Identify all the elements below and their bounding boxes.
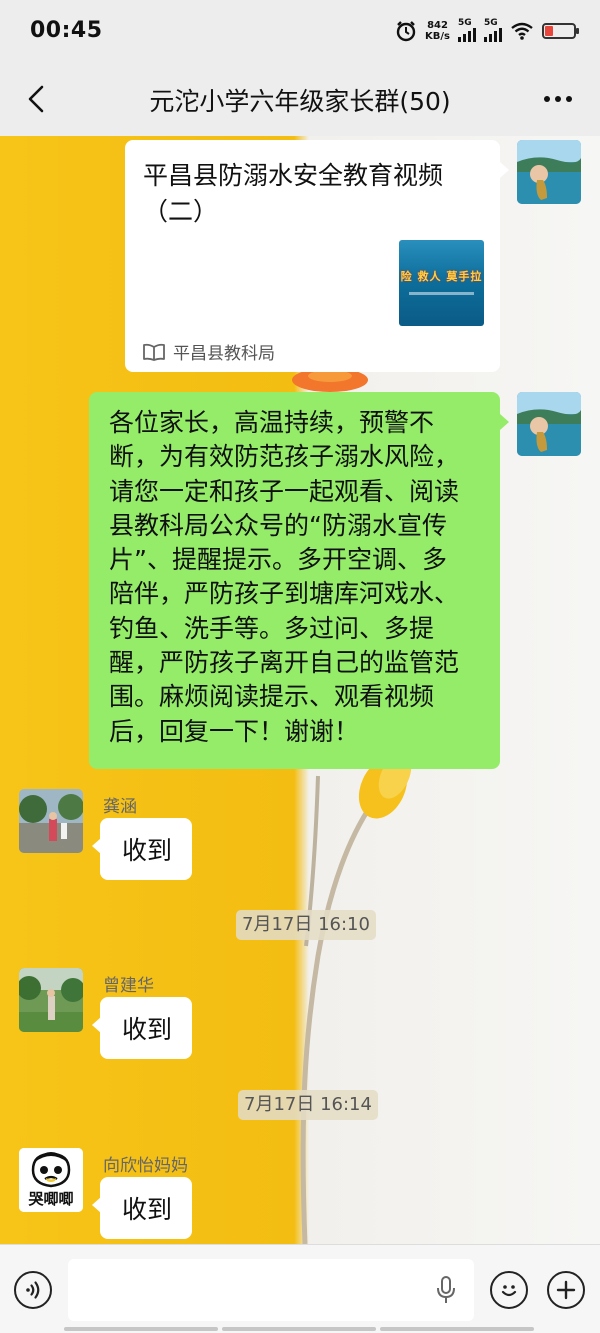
message-bubble[interactable]: 收到: [92, 1177, 192, 1239]
my-message-bubble[interactable]: 各位家长，高温持续，预警不 断，为有效防范孩子溺水风险， 请您一定和孩子一起观看…: [89, 392, 509, 769]
alarm-icon: [396, 21, 416, 42]
link-title: 平昌县防溺水安全教育视频（二）: [143, 161, 444, 226]
battery-low-icon: [542, 23, 579, 39]
sender-avatar[interactable]: [19, 789, 83, 853]
more-dots-icon: [544, 96, 550, 102]
net-speed-value: 842: [427, 20, 448, 31]
message-line: 围。麻烦阅读提示、观看视频: [109, 682, 435, 712]
voice-icon: [26, 1281, 40, 1299]
chat-title: 元沱小学六年级家长群(50): [149, 87, 451, 116]
message-line: 请您一定和孩子一起观看、阅读: [109, 476, 460, 506]
emoji-button[interactable]: [490, 1271, 528, 1309]
message-line: 陪伴，严防孩子到塘库河戏水、: [109, 579, 460, 609]
back-button[interactable]: [18, 80, 54, 118]
message-line: 钓鱼、洗手等。多过问、多提: [109, 613, 435, 643]
message-line: 各位家长，高温持续，预警不: [109, 408, 435, 437]
thumbnail-text: 险 救人 莫手拉: [400, 270, 483, 283]
sender-name: 龚涵: [103, 797, 137, 817]
link-source-name: 平昌县教科局: [173, 344, 275, 364]
timestamp: 7月17日 16:10: [236, 910, 376, 940]
status-bar: 00:45 842 KB/s 5G 5G: [0, 0, 600, 62]
net-speed: 842 KB/s: [425, 20, 450, 42]
net-speed-unit: KB/s: [425, 31, 450, 42]
message-text: 收到: [122, 836, 173, 865]
my-avatar[interactable]: [517, 140, 581, 204]
voice-button[interactable]: [14, 1271, 52, 1309]
message-line: 片”、提醒提示。多开空调、多: [109, 545, 447, 575]
avatar-sticker-text: 哭唧唧: [28, 1190, 74, 1208]
chevron-left-icon: [28, 85, 44, 113]
message-text: 收到: [122, 1195, 173, 1224]
home-indicator: [64, 1327, 534, 1331]
signal-label: 5G: [458, 18, 472, 28]
add-button[interactable]: [547, 1271, 585, 1309]
book-icon: [143, 343, 165, 361]
plus-icon: [556, 1280, 576, 1300]
wifi-icon: [511, 22, 533, 40]
message-bubble[interactable]: 收到: [92, 818, 192, 880]
message-bubble[interactable]: 收到: [92, 997, 192, 1059]
status-time: 00:45: [30, 18, 103, 43]
my-avatar[interactable]: [517, 392, 581, 456]
mic-icon[interactable]: [436, 1275, 456, 1305]
sender-avatar[interactable]: 哭唧唧: [19, 1148, 83, 1212]
sender-avatar[interactable]: [19, 968, 83, 1032]
link-source: 平昌县教科局: [143, 339, 275, 364]
more-button[interactable]: [538, 82, 578, 116]
message-line: 后，回复一下！谢谢！: [109, 716, 360, 746]
title-bar: 元沱小学六年级家长群(50): [0, 62, 600, 136]
chat-area[interactable]: 平昌县防溺水安全教育视频（二） 险 救人 莫手拉 平昌县教科局 各位家长，高温持…: [0, 136, 600, 1244]
signal-icon: 5G: [458, 18, 476, 42]
input-bar: [0, 1244, 600, 1333]
sender-name: 向欣怡妈妈: [103, 1156, 188, 1176]
timestamp: 7月17日 16:14: [238, 1090, 378, 1120]
message-line: 醒，严防孩子离开自己的监管范: [109, 648, 460, 678]
message-text: 各位家长，高温持续，预警不 断，为有效防范孩子溺水风险， 请您一定和孩子一起观看…: [109, 406, 490, 749]
message-line: 县教科局公众号的“防溺水宣传: [109, 510, 447, 540]
sender-name: 曾建华: [103, 976, 154, 996]
signal-icon: 5G: [484, 18, 502, 42]
signal-label: 5G: [484, 18, 498, 28]
link-card[interactable]: 平昌县防溺水安全教育视频（二） 险 救人 莫手拉 平昌县教科局: [125, 140, 509, 372]
emoji-icon: [501, 1285, 517, 1297]
status-icons: 842 KB/s 5G 5G: [395, 16, 579, 46]
message-input[interactable]: [68, 1259, 474, 1321]
message-text: 收到: [122, 1015, 173, 1044]
message-line: 断，为有效防范孩子溺水风险，: [109, 442, 460, 472]
link-thumbnail: 险 救人 莫手拉: [399, 240, 484, 326]
